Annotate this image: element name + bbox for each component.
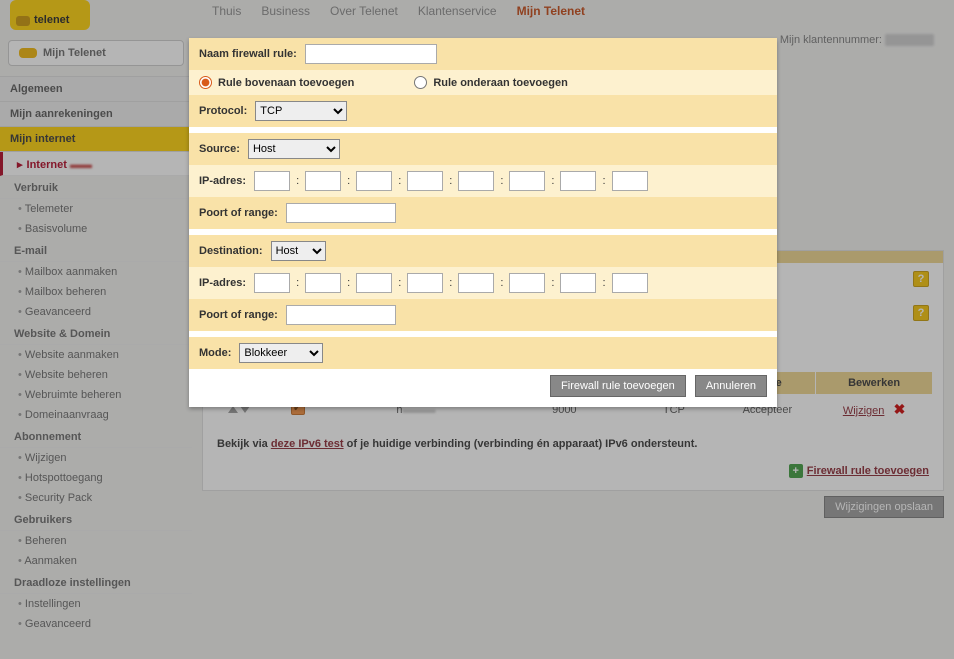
dst-ip-7[interactable] [560, 273, 596, 293]
dst-ip-8[interactable] [612, 273, 648, 293]
destination-select[interactable]: Host [271, 241, 326, 261]
naam-input[interactable] [305, 44, 437, 64]
source-ip-label: IP-adres: [199, 175, 246, 187]
dst-ip-2[interactable] [305, 273, 341, 293]
protocol-label: Protocol: [199, 105, 247, 117]
modal-row-dest-ip: IP-adres: : : : : : : : [189, 267, 777, 299]
src-ip-4[interactable] [407, 171, 443, 191]
dst-ip-1[interactable] [254, 273, 290, 293]
naam-label: Naam firewall rule: [199, 48, 297, 60]
mode-label: Mode: [199, 347, 231, 359]
modal-row-source-ip: IP-adres: : : : : : : : [189, 165, 777, 197]
modal-row-position: Rule bovenaan toevoegen Rule onderaan to… [189, 70, 777, 95]
protocol-select[interactable]: TCP [255, 101, 347, 121]
destination-label: Destination: [199, 245, 263, 257]
dest-port-input[interactable] [286, 305, 396, 325]
dst-ip-5[interactable] [458, 273, 494, 293]
modal-row-naam: Naam firewall rule: [189, 38, 777, 70]
modal-row-destination: Destination: Host [189, 235, 777, 267]
src-ip-1[interactable] [254, 171, 290, 191]
dest-ip-group: : : : : : : : [254, 273, 647, 293]
dest-ip-label: IP-adres: [199, 277, 246, 289]
radio-rule-top[interactable] [199, 76, 212, 89]
radio-bottom-label[interactable]: Rule onderaan toevoegen [414, 76, 567, 89]
dst-ip-6[interactable] [509, 273, 545, 293]
src-ip-2[interactable] [305, 171, 341, 191]
src-ip-7[interactable] [560, 171, 596, 191]
firewall-rule-modal: Naam firewall rule: Rule bovenaan toevoe… [189, 38, 777, 407]
source-port-label: Poort of range: [199, 207, 278, 219]
src-ip-5[interactable] [458, 171, 494, 191]
source-label: Source: [199, 143, 240, 155]
modal-row-mode: Mode: Blokkeer [189, 337, 777, 369]
source-select[interactable]: Host [248, 139, 340, 159]
modal-row-protocol: Protocol: TCP [189, 95, 777, 127]
source-port-input[interactable] [286, 203, 396, 223]
modal-row-source-port: Poort of range: [189, 197, 777, 229]
add-rule-button[interactable]: Firewall rule toevoegen [550, 375, 686, 397]
source-ip-group: : : : : : : : [254, 171, 647, 191]
cancel-button[interactable]: Annuleren [695, 375, 767, 397]
modal-row-dest-port: Poort of range: [189, 299, 777, 331]
src-ip-8[interactable] [612, 171, 648, 191]
mode-select[interactable]: Blokkeer [239, 343, 323, 363]
src-ip-3[interactable] [356, 171, 392, 191]
dst-ip-3[interactable] [356, 273, 392, 293]
modal-button-bar: Firewall rule toevoegen Annuleren [189, 369, 777, 399]
src-ip-6[interactable] [509, 171, 545, 191]
radio-rule-bottom[interactable] [414, 76, 427, 89]
dest-port-label: Poort of range: [199, 309, 278, 321]
dst-ip-4[interactable] [407, 273, 443, 293]
modal-row-source: Source: Host [189, 133, 777, 165]
radio-top-label[interactable]: Rule bovenaan toevoegen [199, 76, 354, 89]
